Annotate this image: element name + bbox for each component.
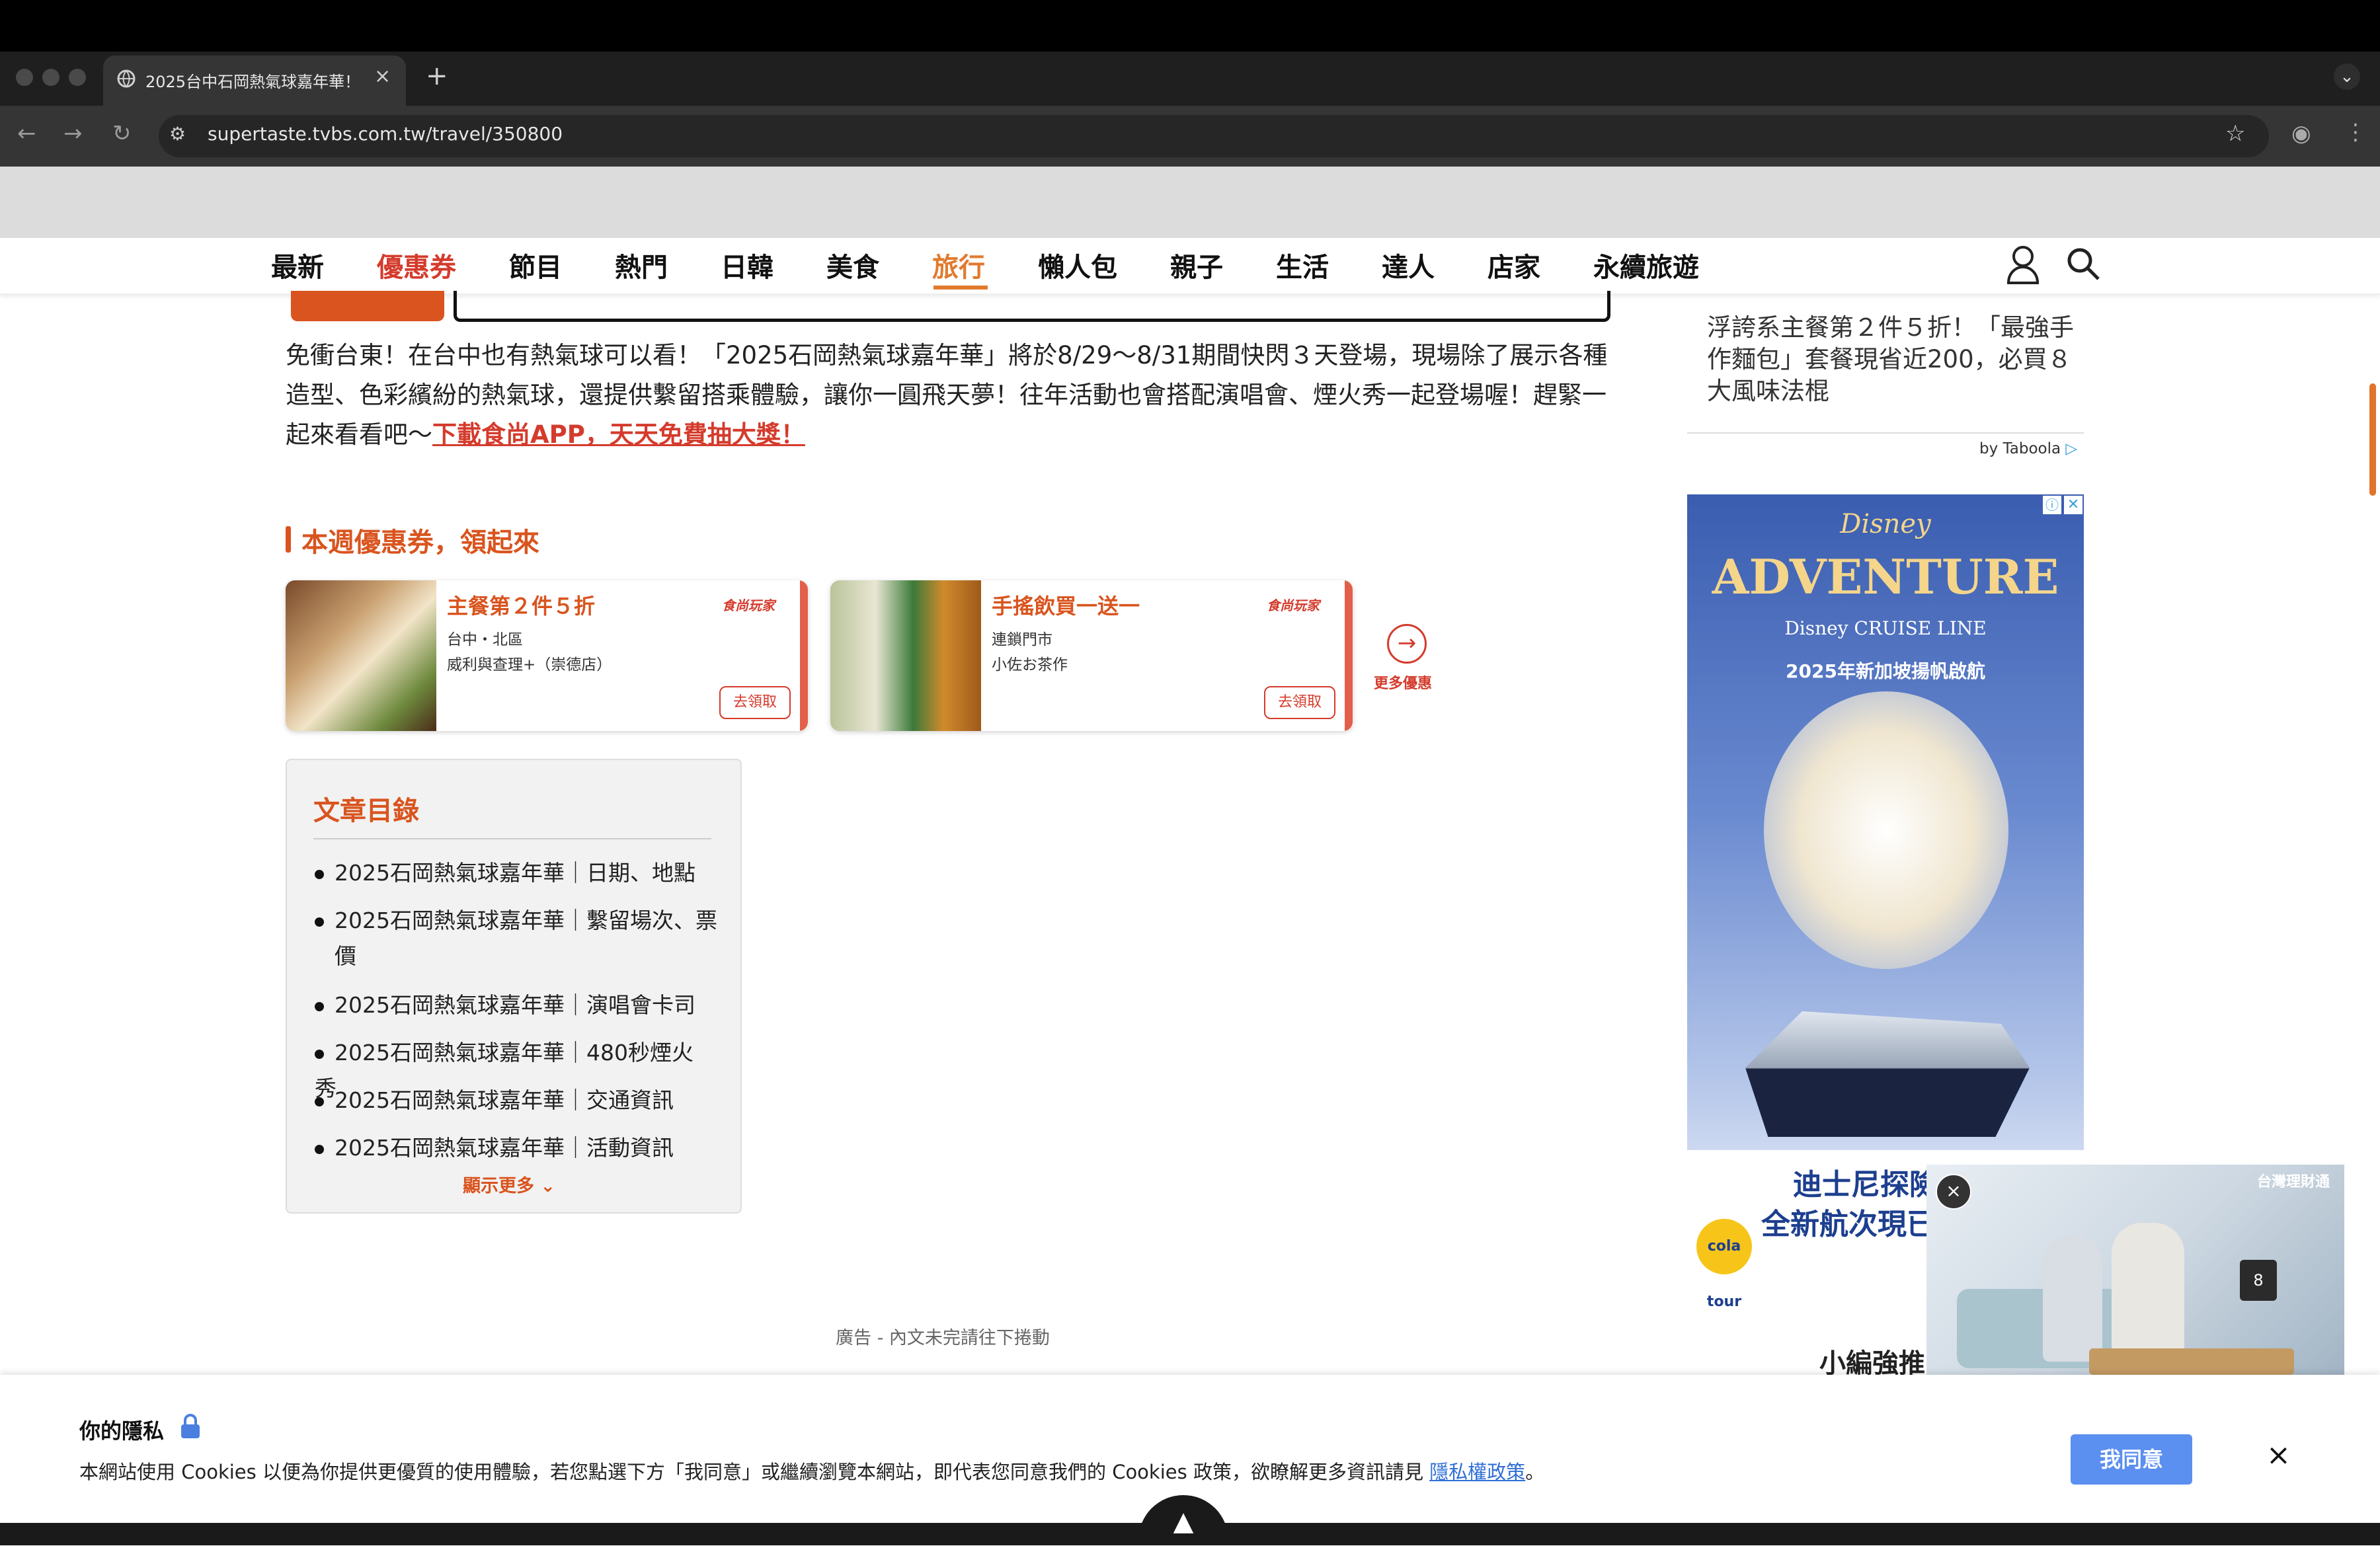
nav-item-family[interactable]: 親子 (1170, 246, 1223, 284)
tab-search-chevron-icon[interactable]: ⌄ (2334, 63, 2360, 90)
tab-title: 2025台中石岡熱氣球嘉年華！ (145, 73, 357, 91)
promo-banner-label[interactable] (291, 291, 444, 321)
video-scene-table (2089, 1348, 2294, 1375)
coupon-location: 連鎖門市 (992, 631, 1052, 648)
more-coupons-arrow-icon[interactable]: → (1387, 624, 1427, 664)
coupon-card[interactable]: 主餐第２件５折 台中・北區 威利與查理+（崇德店） 食尚玩家 去領取 (286, 580, 808, 731)
user-icon[interactable] (2004, 243, 2042, 288)
window-close-button[interactable] (16, 69, 33, 86)
ad-title: ADVENTURE (1712, 549, 2059, 605)
nav-item-latest[interactable]: 最新 (271, 246, 324, 284)
coupon-store: 威利與查理+（崇德店） (447, 656, 612, 674)
toc-divider (313, 838, 711, 839)
nav-item-coupons[interactable]: 優惠券 (377, 246, 456, 284)
coupon-heading: 本週優惠券，領起來 (301, 527, 539, 558)
video-scene-person (2112, 1223, 2184, 1368)
ad-notice: 廣告 - 內文未完請往下捲動 (836, 1328, 1050, 1348)
article-intro: 免衝台東！在台中也有熱氣球可以看！「2025石岡熱氣球嘉年華」將於8/29～8/… (286, 336, 1614, 455)
reload-icon[interactable]: ↻ (112, 120, 132, 147)
ad-brand: Disney (1840, 509, 1931, 539)
site-settings-icon[interactable]: ⚙ (169, 123, 186, 145)
bookmark-star-icon[interactable]: ☆ (2225, 120, 2245, 147)
supertaste-logo: 食尚玩家 (722, 598, 775, 613)
supertaste-logo: 食尚玩家 (1267, 598, 1320, 613)
nav-item-guides[interactable]: 懶人包 (1038, 246, 1117, 284)
ad-sponsor-logo: cola tour (1696, 1219, 1752, 1310)
ad-headline-2: 全新航次現已 (1761, 1208, 1936, 1241)
video-close-button[interactable]: × (1936, 1174, 1971, 1210)
search-icon[interactable] (2065, 246, 2101, 284)
toc-item[interactable]: 2025石岡熱氣球嘉年華｜演唱會卡司 (315, 987, 711, 1023)
claim-button[interactable]: 去領取 (1264, 686, 1335, 719)
profile-icon[interactable]: ◉ (2291, 120, 2311, 147)
nav-item-life[interactable]: 生活 (1276, 246, 1329, 284)
ad-subtitle: Disney CRUISE LINE (1784, 617, 1987, 639)
toc-title: 文章目錄 (313, 796, 419, 826)
page-scrollbar[interactable] (2369, 383, 2376, 496)
nav-item-sustainable-travel[interactable]: 永續旅遊 (1593, 246, 1699, 284)
coupon-photo (830, 580, 981, 731)
browser-menu-icon[interactable]: ⋮ (2344, 119, 2367, 145)
more-coupons-link[interactable]: 更多優惠 (1374, 672, 1432, 693)
cookie-title: 你的隱私 (79, 1418, 165, 1444)
page-header-band (0, 167, 2380, 238)
claim-button[interactable]: 去領取 (719, 686, 791, 719)
active-nav-underline (933, 286, 988, 290)
sidebar-story-link[interactable]: 浮誇系主餐第２件５折！「最強手作麵包」套餐現省近200，必買８大風味法棍 (1707, 312, 2092, 407)
coupon-edge (800, 580, 808, 731)
lock-icon (178, 1413, 202, 1442)
coupon-card[interactable]: 手搖飲買一送一 連鎖門市 小佐お茶作 食尚玩家 去領取 (830, 580, 1353, 731)
nav-item-travel[interactable]: 旅行 (932, 246, 985, 284)
window-zoom-button[interactable] (69, 69, 86, 86)
window-minimize-button[interactable] (42, 69, 60, 86)
ad-tagline: 2025年新加坡揚帆啟航 (1786, 660, 1985, 682)
coupon-title: 主餐第２件５折 (447, 594, 596, 619)
new-tab-button[interactable]: + (426, 61, 448, 91)
coupon-title: 手搖飲買一送一 (992, 594, 1140, 619)
toc-item[interactable]: 2025石岡熱氣球嘉年華｜繫留場次、票價 (315, 903, 731, 974)
cookie-text: 本網站使用 Cookies 以便為你提供更優質的使用體驗，若您點選下方「我同意」… (79, 1461, 1545, 1483)
ad-headline: 迪士尼探險 (1793, 1168, 1938, 1202)
url-text[interactable]: supertaste.tvbs.com.tw/travel/350800 (208, 123, 563, 145)
cookie-close-icon[interactable]: × (2266, 1438, 2291, 1472)
coupon-edge (1345, 580, 1353, 731)
coupon-location: 台中・北區 (447, 631, 523, 648)
ad-info-icon[interactable]: ⓘ (2043, 496, 2061, 514)
video-brand-logo: 台灣理財通 (2257, 1174, 2330, 1190)
toc-item[interactable]: 2025石岡熱氣球嘉年華｜活動資訊 (315, 1130, 711, 1166)
agree-button[interactable]: 我同意 (2071, 1434, 2192, 1485)
privacy-policy-link[interactable]: 隱私權政策 (1429, 1461, 1525, 1483)
taboola-attribution[interactable]: by Taboola ▷ (1979, 440, 2077, 457)
coupon-photo (286, 580, 436, 731)
back-arrow-icon[interactable]: ← (17, 120, 36, 147)
nav-item-popular[interactable]: 熱門 (615, 246, 668, 284)
heading-accent-bar (286, 526, 291, 553)
forward-arrow-icon[interactable]: → (63, 120, 83, 147)
video-scene-person (2043, 1236, 2102, 1362)
video-countdown: 8 (2240, 1260, 2277, 1301)
nav-item-programs[interactable]: 節目 (509, 246, 562, 284)
app-download-link[interactable]: 下載食尚APP，天天免費抽大獎！ (432, 420, 805, 449)
coupon-store: 小佐お茶作 (992, 656, 1068, 674)
ad-close-icon[interactable]: ✕ (2064, 496, 2082, 514)
system-top-bar (0, 0, 2380, 52)
toc-item[interactable]: 2025石岡熱氣球嘉年華｜交通資訊 (315, 1083, 711, 1118)
show-more-button[interactable]: 顯示更多 ⌄ (463, 1171, 555, 1197)
ad-ship-illustration (1745, 1011, 2030, 1137)
nav-item-experts[interactable]: 達人 (1382, 246, 1435, 284)
globe-icon (116, 69, 136, 91)
nav-item-japan-korea[interactable]: 日韓 (721, 246, 774, 284)
nav-item-shops[interactable]: 店家 (1488, 246, 1540, 284)
toc-item[interactable]: 2025石岡熱氣球嘉年華｜日期、地點 (315, 855, 711, 891)
ad-characters-illustration (1764, 691, 2008, 969)
taboola-icon: ▷ (2065, 440, 2078, 457)
tab-close-icon[interactable]: × (374, 65, 391, 88)
promo-banner-link[interactable] (454, 291, 1610, 322)
sidebar-divider (1687, 432, 2084, 434)
nav-item-food[interactable]: 美食 (826, 246, 879, 284)
